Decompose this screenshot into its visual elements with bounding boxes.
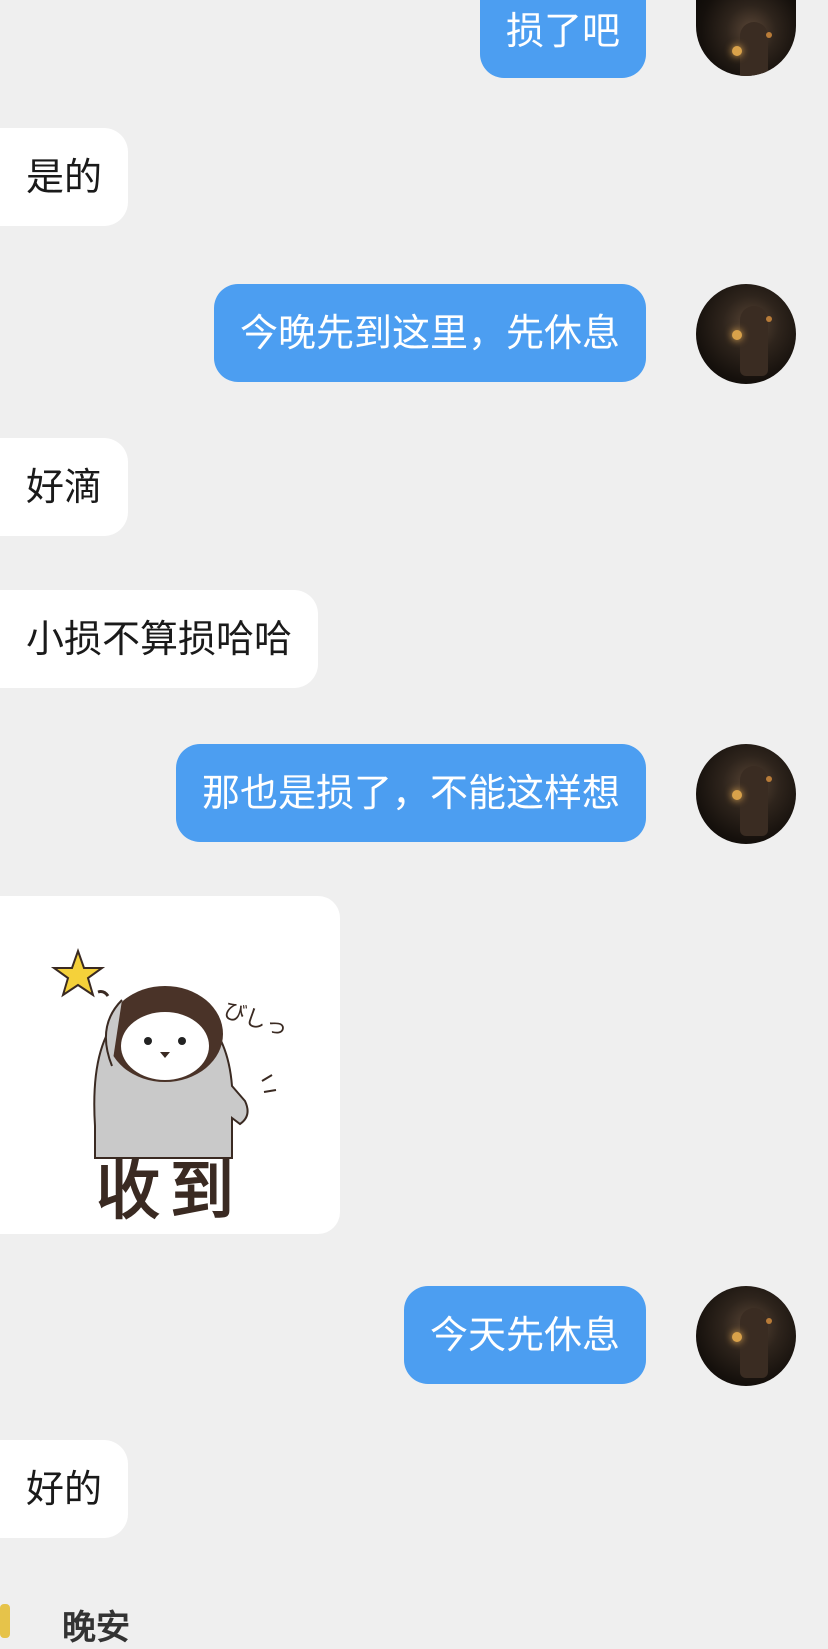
avatar[interactable] bbox=[696, 744, 796, 844]
avatar[interactable] bbox=[696, 1286, 796, 1386]
message-bubble-incoming[interactable]: 好滴 bbox=[0, 438, 129, 536]
message-bubble-incoming[interactable]: 是的 bbox=[0, 128, 129, 226]
message-bubble-incoming[interactable]: 好的 bbox=[0, 1440, 129, 1538]
sticker-annotation: びしっ bbox=[220, 998, 291, 1042]
message-text: 好滴 bbox=[26, 465, 103, 509]
sticker-accent bbox=[0, 1604, 10, 1638]
message-text: 今晚先到这里，先休息 bbox=[239, 311, 620, 355]
message-text: 那也是损了，不能这样想 bbox=[201, 771, 620, 815]
partial-sticker-goodnight[interactable]: 晚安 bbox=[0, 1600, 180, 1648]
sticker-caption: 收到 bbox=[96, 1155, 244, 1229]
avatar[interactable] bbox=[696, 0, 796, 76]
message-bubble-outgoing[interactable]: 今天先休息 bbox=[403, 1286, 646, 1384]
message-text: 好的 bbox=[26, 1467, 103, 1511]
message-text: 今天先休息 bbox=[429, 1313, 620, 1357]
message-bubble-incoming[interactable]: 小损不算损哈哈 bbox=[0, 590, 319, 688]
message-bubble-outgoing[interactable]: 那也是损了，不能这样想 bbox=[175, 744, 646, 842]
avatar[interactable] bbox=[696, 284, 796, 384]
message-bubble-outgoing[interactable]: 今晚先到这里，先休息 bbox=[213, 284, 646, 382]
sticker-text: 晚安 bbox=[62, 1608, 130, 1648]
message-text: 损了吧 bbox=[505, 9, 620, 53]
message-text: 是的 bbox=[26, 155, 103, 199]
message-text: 小损不算损哈哈 bbox=[26, 617, 293, 661]
message-bubble-outgoing[interactable]: 损了吧 bbox=[479, 0, 646, 78]
